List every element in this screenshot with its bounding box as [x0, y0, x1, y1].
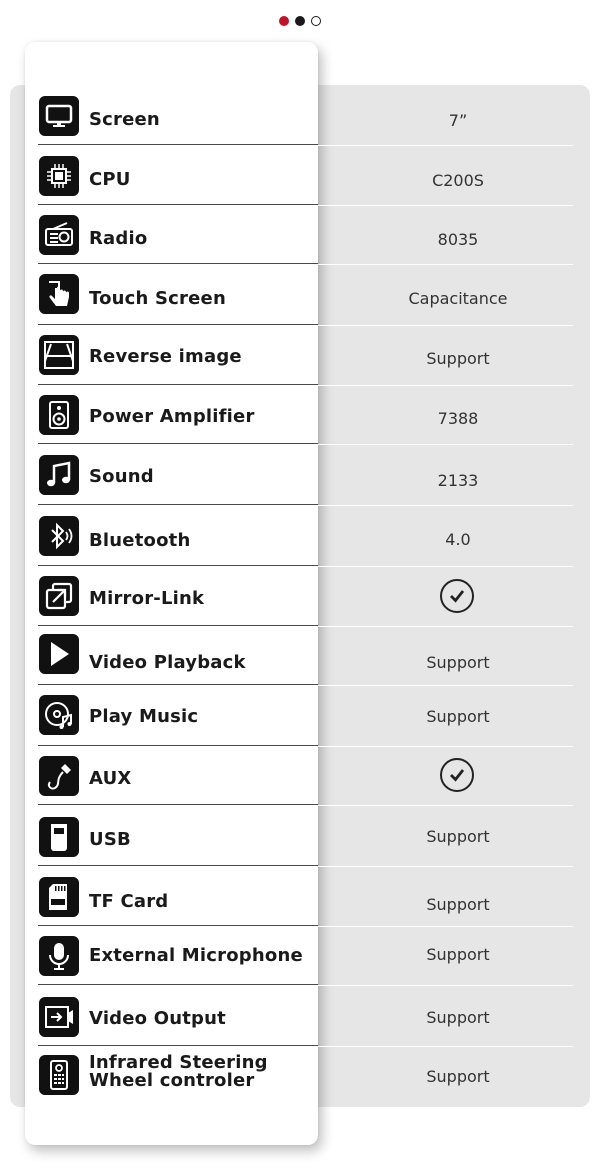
- spec-label: Sound: [89, 466, 154, 487]
- spec-value: 4.0: [445, 530, 471, 549]
- spec-row-tf-card: TF Card Support: [38, 867, 573, 927]
- spec-value: 2133: [437, 471, 479, 490]
- video-output-icon: [39, 997, 79, 1037]
- spec-row-screen: Screen 7”: [38, 88, 573, 146]
- spec-row-touch-screen: Touch Screen Capacitance: [38, 265, 573, 326]
- spec-label: Reverse image: [89, 346, 242, 367]
- spec-row-bluetooth: Bluetooth 4.0: [38, 506, 573, 567]
- spec-row-external-microphone: External Microphone Support: [38, 927, 573, 986]
- monitor-icon: [39, 96, 79, 136]
- spec-label: Bluetooth: [89, 530, 191, 551]
- spec-label-line-2: Wheel controler: [89, 1070, 255, 1091]
- spec-row-usb: USB Support: [38, 806, 573, 867]
- spec-value: Capacitance: [408, 289, 508, 308]
- spec-label: Screen: [89, 109, 160, 130]
- play-icon: [39, 634, 79, 674]
- cpu-chip-icon: [39, 156, 79, 196]
- spec-label: Infrared Steering Wheel controler: [89, 1054, 268, 1090]
- spec-row-play-music: Play Music Support: [38, 686, 573, 747]
- spec-value: Support: [426, 653, 490, 672]
- spec-label: Touch Screen: [89, 288, 226, 309]
- check-circle-icon: [440, 758, 474, 792]
- music-disc-icon: [39, 695, 79, 735]
- spec-label: External Microphone: [89, 945, 303, 966]
- spec-row-aux: AUX: [38, 747, 573, 806]
- spec-label: Power Amplifier: [89, 406, 255, 427]
- spec-value: Support: [426, 1008, 490, 1027]
- spec-label: Video Playback: [89, 652, 246, 673]
- bluetooth-icon: [39, 516, 79, 556]
- spec-value: Support: [426, 945, 490, 964]
- spec-label: Mirror-Link: [89, 588, 205, 609]
- aux-cable-icon: [39, 756, 79, 796]
- spec-row-power-amplifier: Power Amplifier 7388: [38, 386, 573, 445]
- sd-card-icon: [39, 877, 79, 917]
- spec-value: Support: [426, 349, 490, 368]
- spec-row-video-output: Video Output Support: [38, 986, 573, 1047]
- spec-label: CPU: [89, 169, 131, 190]
- spec-label: AUX: [89, 768, 132, 789]
- spec-row-mirror-link: Mirror-Link: [38, 567, 573, 627]
- pager-dot-active[interactable]: [279, 16, 289, 26]
- spec-label: TF Card: [89, 891, 169, 912]
- spec-label: Play Music: [89, 706, 199, 727]
- spec-row-infrared-steering-wheel: Infrared Steering Wheel controler Suppor…: [38, 1047, 573, 1103]
- check-circle-icon: [440, 579, 474, 613]
- spec-value: Support: [426, 827, 490, 846]
- spec-label: Video Output: [89, 1008, 226, 1029]
- microphone-icon: [39, 936, 79, 976]
- pager-dot-2[interactable]: [295, 16, 305, 26]
- music-note-icon: [39, 455, 79, 495]
- spec-row-sound: Sound 2133: [38, 445, 573, 506]
- spec-row-cpu: CPU C200S: [38, 146, 573, 206]
- remote-control-icon: [39, 1055, 79, 1095]
- spec-value: Support: [426, 895, 490, 914]
- mirror-link-icon: [39, 576, 79, 616]
- usb-icon: [39, 817, 79, 857]
- spec-value: Support: [426, 707, 490, 726]
- spec-value: Support: [426, 1067, 490, 1086]
- spec-row-video-playback: Video Playback Support: [38, 627, 573, 686]
- spec-value: 8035: [437, 230, 479, 249]
- spec-value: 7388: [437, 409, 479, 428]
- spec-row-radio: Radio 8035: [38, 206, 573, 265]
- spec-label: USB: [89, 829, 131, 850]
- pager-dots: [279, 16, 321, 26]
- pager-dot-3[interactable]: [311, 16, 321, 26]
- spec-value: C200S: [432, 171, 484, 190]
- spec-label: Radio: [89, 228, 148, 249]
- radio-icon: [39, 215, 79, 255]
- spec-row-reverse-image: Reverse image Support: [38, 326, 573, 386]
- spec-value: 7”: [448, 111, 468, 130]
- touch-hand-icon: [39, 274, 79, 314]
- reverse-camera-icon: [39, 335, 79, 375]
- speaker-icon: [39, 395, 79, 435]
